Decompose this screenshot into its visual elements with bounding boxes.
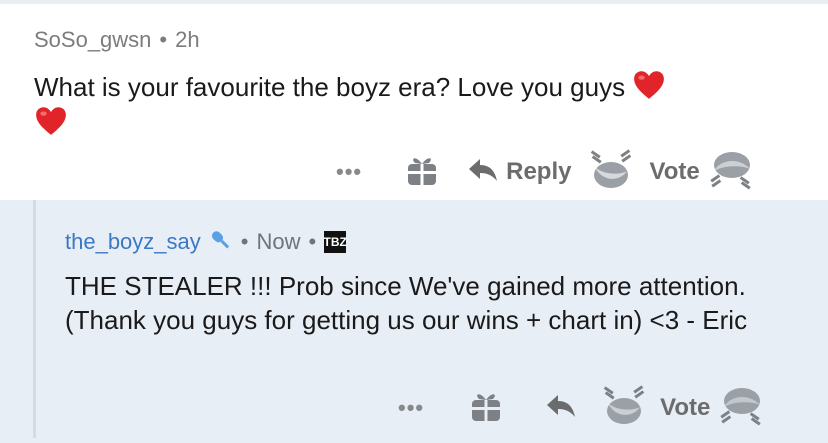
reply-time: Now xyxy=(256,229,301,254)
reply-arrow-icon[interactable] xyxy=(468,157,498,188)
reply-body: THE STEALER !!! Prob since We've gained … xyxy=(65,271,748,335)
reply-arrow-icon[interactable] xyxy=(546,393,576,424)
gift-icon[interactable] xyxy=(470,389,502,428)
comment-username[interactable]: SoSo_gwsn xyxy=(34,27,151,53)
comment-actions: ••• Reply Vote xyxy=(336,148,754,192)
reply-username[interactable]: the_boyz_say xyxy=(65,229,201,255)
downvote-icon[interactable] xyxy=(706,149,754,196)
upvote-icon[interactable] xyxy=(602,384,646,432)
more-options-button[interactable]: ••• xyxy=(398,395,424,421)
meta-separator: • xyxy=(159,27,168,52)
gift-icon[interactable] xyxy=(406,153,438,192)
reply-button[interactable]: Reply xyxy=(506,158,571,186)
meta-separator: • xyxy=(240,229,249,254)
user-flair-badge: TBZ xyxy=(324,231,347,253)
more-options-button[interactable]: ••• xyxy=(336,159,362,185)
thread-line[interactable] xyxy=(33,200,36,438)
vote-label: Vote xyxy=(649,158,700,185)
microphone-icon xyxy=(207,228,233,258)
meta-separator: • xyxy=(308,229,317,254)
comment-text: What is your favourite the boyz era? Lov… xyxy=(34,72,626,102)
upvote-icon[interactable] xyxy=(589,148,633,196)
heart-emoji-icon xyxy=(34,104,68,138)
heart-emoji-icon xyxy=(632,68,666,102)
comment-time: 2h xyxy=(175,27,200,52)
comment-meta: SoSo_gwsn • 2h xyxy=(34,27,200,53)
downvote-icon[interactable] xyxy=(716,385,764,432)
vote-label: Vote xyxy=(660,394,711,421)
comment-body: What is your favourite the boyz era? Lov… xyxy=(34,68,794,140)
reply-actions: ••• Vote xyxy=(398,384,764,428)
reply-meta: the_boyz_say • Now • TBZ xyxy=(65,226,347,258)
